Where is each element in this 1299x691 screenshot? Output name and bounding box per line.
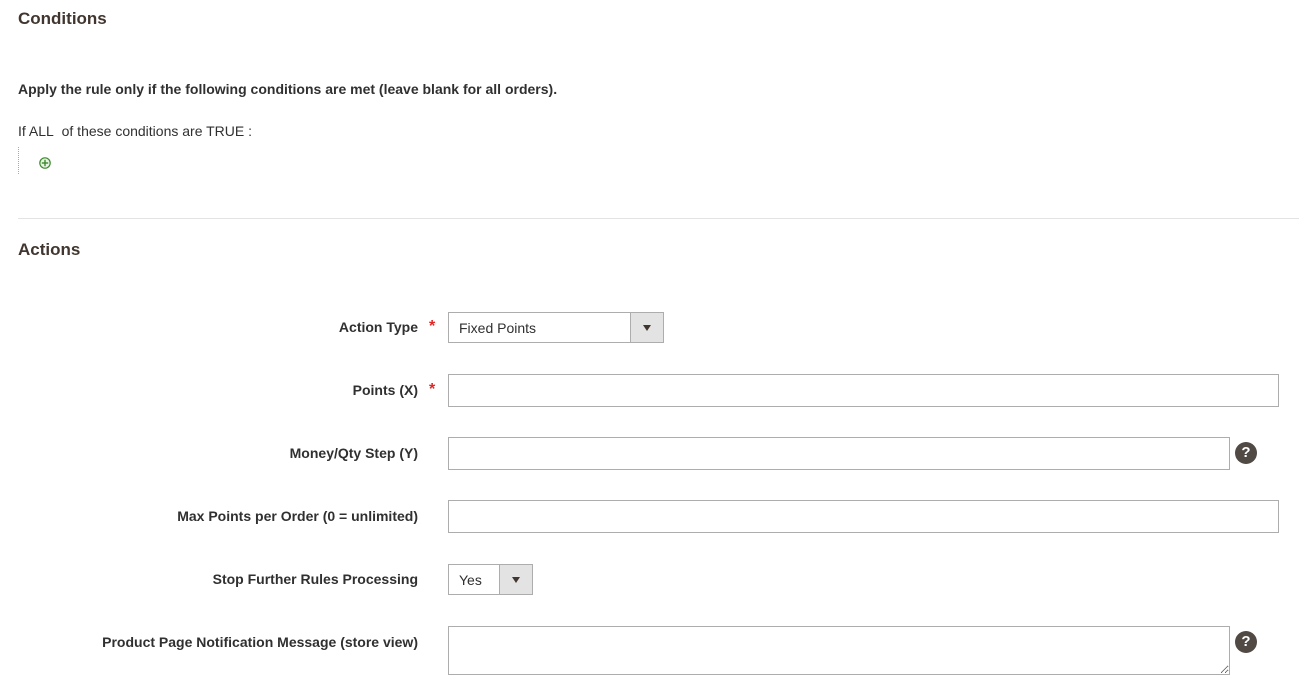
aggregator-toggle[interactable]: ALL (29, 123, 54, 139)
notification-message-label: Product Page Notification Message (store… (102, 634, 418, 650)
points-label: Points (X) (352, 382, 418, 398)
add-condition-icon[interactable] (39, 156, 51, 169)
section-divider (18, 218, 1299, 219)
conditions-children-list (18, 147, 79, 174)
points-required-mark: * (429, 381, 436, 398)
help-icon[interactable]: ? (1235, 631, 1257, 653)
money-qty-step-input[interactable] (448, 437, 1230, 470)
money-qty-step-label: Money/Qty Step (Y) (289, 445, 418, 461)
conditions-line-suffix: : (248, 123, 253, 139)
conditions-line-middle: of these conditions are (61, 123, 203, 139)
action-type-label: Action Type (338, 319, 418, 335)
points-input[interactable] (448, 374, 1279, 407)
stop-processing-select[interactable]: Yes (448, 564, 533, 595)
action-type-select[interactable]: Fixed Points (448, 312, 664, 343)
action-type-selected-value: Fixed Points (459, 320, 537, 336)
notification-message-textarea[interactable] (448, 626, 1230, 675)
conditions-aggregator-line: If ALL of these conditions are TRUE : (18, 123, 252, 139)
conditions-intro-text: Apply the rule only if the following con… (18, 81, 558, 97)
rule-form-page: Conditions Apply the rule only if the fo… (0, 0, 1299, 691)
conditions-line-prefix: If (18, 123, 26, 139)
chevron-down-icon (630, 313, 663, 342)
chevron-down-icon (499, 565, 532, 594)
stop-processing-selected-value: Yes (459, 572, 482, 588)
stop-processing-label: Stop Further Rules Processing (212, 571, 418, 587)
actions-section-title: Actions (18, 240, 81, 259)
action-type-required-mark: * (429, 318, 436, 335)
max-points-label: Max Points per Order (0 = unlimited) (177, 508, 418, 524)
max-points-input[interactable] (448, 500, 1279, 533)
conditions-section-title: Conditions (18, 9, 107, 28)
help-icon[interactable]: ? (1235, 442, 1257, 464)
condition-value-toggle[interactable]: TRUE (206, 123, 244, 139)
